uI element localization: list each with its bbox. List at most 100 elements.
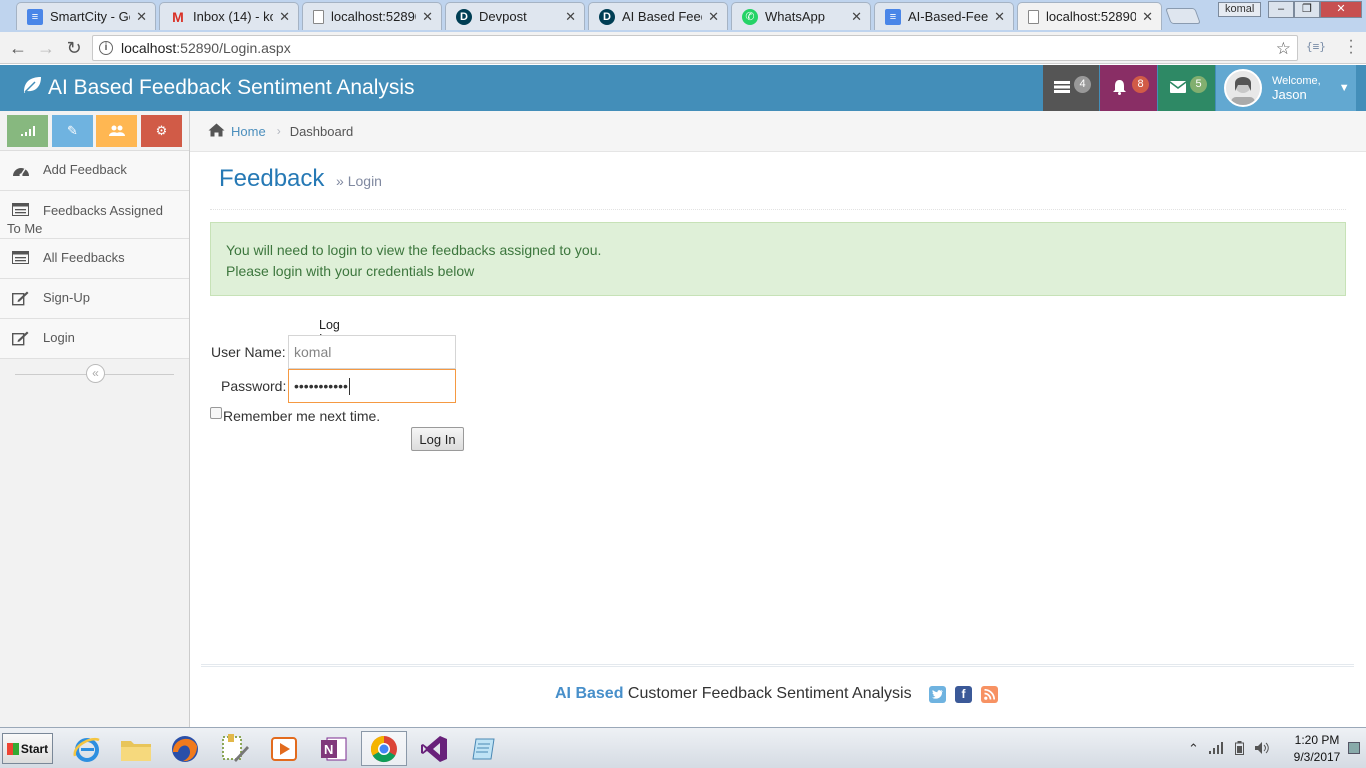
tasks-badge: 4 [1074, 76, 1091, 93]
file-explorer-icon[interactable] [113, 731, 159, 766]
facebook-icon[interactable]: f [955, 686, 972, 703]
sidebar-shortcuts: ✎ ⚙ [0, 111, 189, 151]
sidebar-item-feedbacks-assigned[interactable]: Feedbacks Assigned To Me [0, 191, 189, 239]
internet-explorer-icon[interactable] [64, 731, 110, 766]
close-tab-icon[interactable]: ✕ [851, 9, 862, 25]
close-tab-icon[interactable]: ✕ [565, 9, 576, 25]
username-label: User Name: [211, 344, 286, 360]
sidebar-item-all-feedbacks[interactable]: All Feedbacks [0, 239, 189, 279]
username-input[interactable]: komal [288, 335, 456, 369]
chrome-icon[interactable] [361, 731, 407, 766]
start-button[interactable]: Start [2, 733, 53, 764]
app-brand[interactable]: AI Based Feedback Sentiment Analysis [22, 65, 415, 111]
browser-tab[interactable]: ✆ WhatsApp ✕ [731, 2, 871, 30]
tab-title: WhatsApp [765, 9, 825, 24]
tasks-icon [1054, 80, 1070, 96]
browser-tab-strip: ≡ SmartCity - Goo ✕ M Inbox (14) - kon ✕… [0, 0, 1366, 32]
visual-studio-icon[interactable] [411, 731, 457, 766]
devpost-icon: D [456, 8, 472, 25]
firefox-icon[interactable] [162, 731, 208, 766]
shortcut-edit-button[interactable]: ✎ [52, 115, 93, 147]
twitter-icon[interactable] [929, 686, 946, 703]
close-tab-icon[interactable]: ✕ [708, 9, 719, 25]
notepad-icon[interactable] [461, 731, 507, 766]
browser-toolbar: ← → ↻ i localhost:52890/Login.aspx ☆ [0, 32, 1366, 64]
bookmark-star-icon[interactable]: ☆ [1276, 39, 1291, 59]
volume-icon[interactable] [1254, 741, 1270, 758]
edit-icon [11, 291, 32, 307]
info-icon[interactable]: i [99, 41, 113, 55]
close-tab-icon[interactable]: ✕ [422, 9, 433, 25]
battery-icon[interactable] [1234, 740, 1244, 758]
remember-me-label[interactable]: Remember me next time. [223, 408, 380, 424]
messages-button[interactable]: 5 [1158, 65, 1215, 111]
reload-icon[interactable]: ↻ [63, 37, 85, 59]
browser-tab[interactable]: D AI Based Feedb ✕ [588, 2, 728, 30]
start-label: Start [20, 741, 49, 756]
close-tab-icon[interactable]: ✕ [1142, 9, 1153, 25]
shortcut-settings-button[interactable]: ⚙ [141, 115, 182, 147]
sidebar-item-add-feedback[interactable]: Add Feedback [0, 151, 189, 191]
page-icon [1028, 9, 1039, 24]
remember-me-checkbox[interactable] [210, 407, 222, 419]
extension-icon[interactable]: {≡} [1306, 40, 1326, 53]
browser-tab[interactable]: ≡ SmartCity - Goo ✕ [16, 2, 156, 30]
browser-tab[interactable]: M Inbox (14) - kon ✕ [159, 2, 299, 30]
browser-tab[interactable]: localhost:52890 ✕ [302, 2, 442, 30]
collapse-sidebar-icon[interactable]: « [86, 364, 105, 383]
login-button[interactable]: Log In [411, 427, 464, 451]
media-player-icon[interactable] [261, 731, 307, 766]
password-value: ••••••••••• [294, 378, 348, 394]
rss-icon[interactable] [981, 686, 998, 703]
browser-menu-icon[interactable]: · · · [1344, 33, 1358, 61]
avatar [1224, 69, 1262, 107]
network-icon[interactable] [1208, 741, 1225, 757]
alert-line: You will need to login to view the feedb… [226, 242, 602, 258]
tab-title: AI Based Feedb [622, 9, 702, 24]
restore-icon[interactable]: ❐ [1294, 1, 1320, 18]
footer: AI Based Customer Feedback Sentiment Ana… [201, 664, 1354, 726]
system-tray: ⌃ [1188, 734, 1280, 764]
page-icon [313, 9, 324, 24]
password-input[interactable]: ••••••••••• [288, 369, 456, 403]
action-center-icon[interactable] [1348, 742, 1360, 754]
user-name: Jason [1272, 87, 1307, 102]
browser-tab-active[interactable]: localhost:52890 ✕ [1017, 2, 1162, 30]
notifications-button[interactable]: 8 [1100, 65, 1157, 111]
tab-title: AI-Based-Feedb [908, 9, 989, 24]
list-icon [12, 251, 32, 267]
users-icon [108, 125, 125, 136]
new-tab-button[interactable] [1165, 8, 1201, 24]
list-icon [12, 203, 32, 219]
tab-title: Inbox (14) - kon [193, 9, 273, 24]
bell-icon [1112, 79, 1127, 98]
close-tab-icon[interactable]: ✕ [136, 9, 147, 25]
page-title: Feedback [219, 165, 325, 192]
address-path: :52890/Login.aspx [176, 40, 291, 56]
shortcut-stats-button[interactable] [7, 115, 48, 147]
user-menu[interactable]: Welcome, Jason ▼ [1216, 65, 1356, 111]
profile-button[interactable]: komal [1218, 2, 1262, 17]
setup-tool-icon[interactable] [212, 731, 258, 766]
back-icon[interactable]: ← [7, 37, 29, 59]
footer-tagline: Customer Feedback Sentiment Analysis [623, 685, 912, 702]
forward-icon[interactable]: → [35, 37, 57, 59]
shortcut-users-button[interactable] [96, 115, 137, 147]
info-alert: You will need to login to view the feedb… [210, 222, 1346, 296]
sidebar-item-login[interactable]: Login [0, 319, 189, 359]
show-hidden-icons-icon[interactable]: ⌃ [1188, 741, 1199, 757]
close-tab-icon[interactable]: ✕ [994, 9, 1005, 25]
onenote-icon[interactable]: N [311, 731, 357, 766]
system-clock[interactable]: 1:20 PM 9/3/2017 [1287, 732, 1347, 766]
breadcrumb-home-link[interactable]: Home [231, 124, 266, 139]
notifications-badge: 8 [1132, 76, 1149, 93]
minimize-icon[interactable]: – [1268, 1, 1294, 18]
sidebar-item-sign-up[interactable]: Sign-Up [0, 279, 189, 319]
tab-title: SmartCity - Goo [50, 9, 130, 24]
browser-tab[interactable]: D Devpost ✕ [445, 2, 585, 30]
tasks-button[interactable]: 4 [1043, 65, 1099, 111]
close-window-icon[interactable]: ✕ [1320, 1, 1362, 18]
close-tab-icon[interactable]: ✕ [279, 9, 290, 25]
browser-tab[interactable]: ≡ AI-Based-Feedb ✕ [874, 2, 1014, 30]
address-bar[interactable]: i localhost:52890/Login.aspx ☆ [92, 35, 1298, 61]
